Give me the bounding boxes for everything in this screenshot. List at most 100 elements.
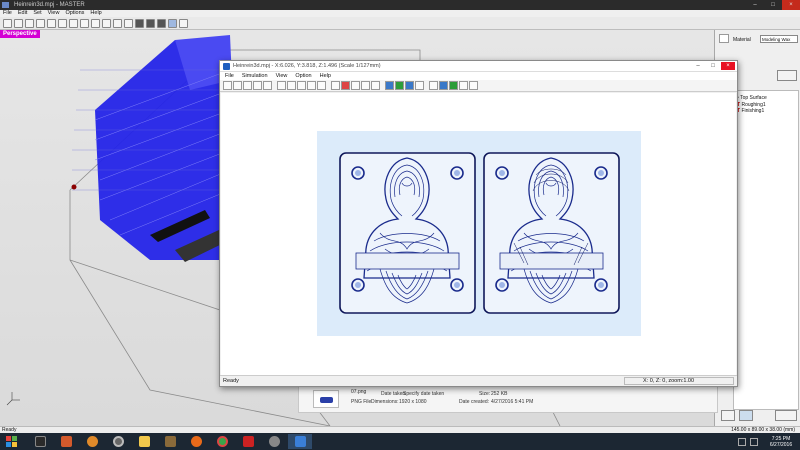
export-icon[interactable] <box>459 81 468 90</box>
taskbar-app-tool[interactable] <box>262 434 286 449</box>
process-icon[interactable] <box>777 70 797 81</box>
created-value: 4/27/2016 5:41 PM <box>491 399 534 405</box>
simulation-canvas[interactable] <box>221 93 736 375</box>
volume-icon[interactable] <box>750 437 758 446</box>
taskbar-app-office[interactable] <box>54 434 78 449</box>
firefox-icon <box>190 436 202 447</box>
zoom-out-icon[interactable] <box>58 19 67 28</box>
zoom-in-icon[interactable] <box>47 19 56 28</box>
step-icon[interactable] <box>263 81 272 90</box>
taskbar-app-media[interactable] <box>106 434 130 449</box>
cut-icon[interactable] <box>775 410 797 421</box>
menu-edit[interactable]: Edit <box>18 10 27 17</box>
taskbar-app-cad[interactable] <box>236 434 260 449</box>
view-front-icon[interactable] <box>341 81 350 90</box>
open-icon[interactable] <box>14 19 23 28</box>
process-tree: • Top Surface T Roughing1 T Finishing1 <box>737 95 799 115</box>
play-icon[interactable] <box>243 81 252 90</box>
bg-statusbar: Ready 145.00 x 89.00 x 38.00 (mm) <box>0 426 800 433</box>
sim-coords-readout: X: 0, Z: 0, zoom:1.00 <box>624 377 734 385</box>
close-icon[interactable]: × <box>782 0 800 10</box>
taskbar-app-photos[interactable] <box>158 434 182 449</box>
taskbar-app-simulator[interactable] <box>288 434 312 449</box>
bg-toolbar <box>0 17 800 30</box>
window-controls: – □ × <box>746 0 800 10</box>
date-taken-value[interactable]: Specify date taken <box>403 391 444 397</box>
system-tray: 7:25 PM 6/27/2016 <box>738 433 800 450</box>
menu-file[interactable]: File <box>3 10 12 17</box>
menu-options[interactable]: Options <box>65 10 84 17</box>
view-top-icon[interactable] <box>331 81 340 90</box>
measure-icon[interactable] <box>429 81 438 90</box>
compare-icon[interactable] <box>415 81 424 90</box>
sim-menu-view[interactable]: View <box>276 72 288 80</box>
network-icon[interactable] <box>738 437 746 446</box>
view-iso-icon[interactable] <box>361 81 370 90</box>
menu-help[interactable]: Help <box>90 10 101 17</box>
view-front-icon[interactable] <box>113 19 122 28</box>
sim-window-controls: – □ × <box>691 62 735 70</box>
material-select[interactable]: Modeling Wax <box>760 35 798 43</box>
dimensions-value: 1920 x 1080 <box>399 399 427 405</box>
wireframe-icon[interactable] <box>157 19 166 28</box>
stop-icon[interactable] <box>253 81 262 90</box>
maximize-icon[interactable]: □ <box>764 0 782 10</box>
rotate-icon[interactable] <box>91 19 100 28</box>
size-value: 252 KB <box>491 391 508 397</box>
color-icon[interactable] <box>439 81 448 90</box>
toolbar-separator <box>327 81 330 90</box>
taskbar-app-game[interactable] <box>80 434 104 449</box>
pan-icon[interactable] <box>307 81 316 90</box>
sim-menu-help[interactable]: Help <box>320 72 331 80</box>
sphere-icon[interactable] <box>449 81 458 90</box>
shade-icon[interactable] <box>371 81 380 90</box>
fit-icon[interactable] <box>317 81 326 90</box>
app-icon <box>2 2 9 8</box>
zoom-in-icon[interactable] <box>287 81 296 90</box>
menu-set[interactable]: Set <box>33 10 41 17</box>
taskbar-app-chrome[interactable] <box>210 434 234 449</box>
tool-display-icon[interactable] <box>385 81 394 90</box>
settings-icon[interactable] <box>469 81 478 90</box>
terminal-icon <box>34 436 46 447</box>
taskbar-app-explorer[interactable] <box>132 434 156 449</box>
stock-icon[interactable] <box>168 19 177 28</box>
maximize-icon[interactable]: □ <box>706 62 720 70</box>
file-details-pane: 07.png PNG File Date taken: Specify date… <box>298 385 718 413</box>
shade-icon[interactable] <box>146 19 155 28</box>
tree-item[interactable]: T Finishing1 <box>737 108 799 115</box>
save-icon[interactable] <box>233 81 242 90</box>
clock[interactable]: 7:25 PM 6/27/2016 <box>762 436 800 448</box>
open-icon[interactable] <box>223 81 232 90</box>
process-list <box>733 90 799 410</box>
view-side-icon[interactable] <box>351 81 360 90</box>
rotate-icon[interactable] <box>277 81 286 90</box>
minimize-icon[interactable]: – <box>691 62 705 70</box>
taskbar-app-firefox[interactable] <box>184 434 208 449</box>
new-icon[interactable] <box>3 19 12 28</box>
sim-menu-file[interactable]: File <box>225 72 234 80</box>
zoom-out-icon[interactable] <box>297 81 306 90</box>
taskbar-app-terminal[interactable] <box>28 434 52 449</box>
zoom-search-icon[interactable] <box>739 410 753 421</box>
render-icon[interactable] <box>179 19 188 28</box>
stock-display-icon[interactable] <box>395 81 404 90</box>
save-icon[interactable] <box>25 19 34 28</box>
start-button[interactable] <box>0 433 22 450</box>
close-icon[interactable]: × <box>721 62 735 70</box>
view-top-icon[interactable] <box>102 19 111 28</box>
path-display-icon[interactable] <box>405 81 414 90</box>
folder-icon <box>138 436 150 447</box>
pan-icon[interactable] <box>36 19 45 28</box>
panel-button[interactable] <box>721 410 735 421</box>
zoom-fit-icon[interactable] <box>69 19 78 28</box>
sim-menu-simulation[interactable]: Simulation <box>242 72 268 80</box>
tool-icon <box>268 436 280 447</box>
view-iso-icon[interactable] <box>135 19 144 28</box>
zoom-window-icon[interactable] <box>80 19 89 28</box>
menu-view[interactable]: View <box>48 10 60 17</box>
minimize-icon[interactable]: – <box>746 0 764 10</box>
sim-status-text: Ready <box>223 378 239 384</box>
sim-menu-option[interactable]: Option <box>295 72 311 80</box>
view-side-icon[interactable] <box>124 19 133 28</box>
